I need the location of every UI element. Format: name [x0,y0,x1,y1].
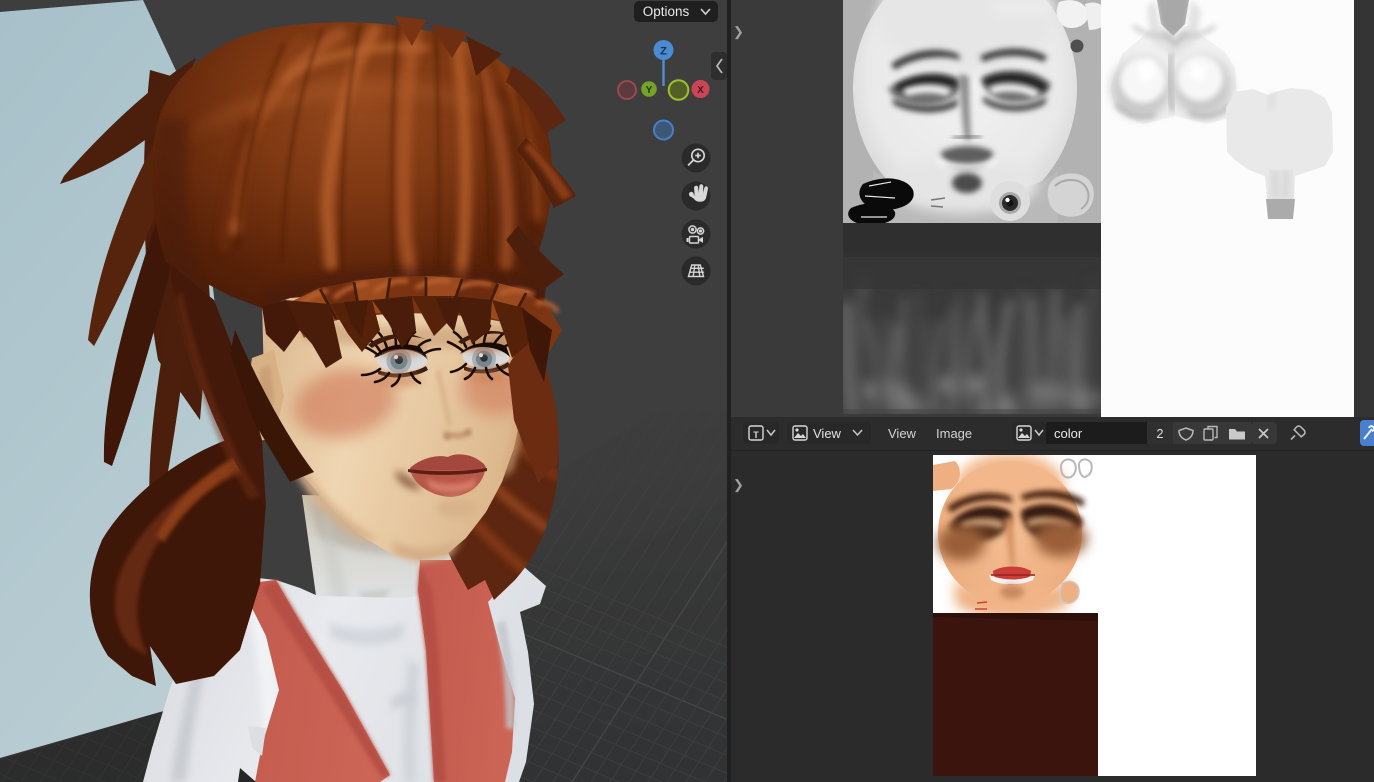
svg-text:T: T [753,430,759,440]
svg-text:2: 2 [1157,427,1164,441]
svg-text:X: X [697,85,704,96]
svg-text:View: View [888,426,917,441]
svg-text:Z: Z [660,46,667,58]
svg-text:Y: Y [646,85,653,96]
svg-text:Image: Image [936,426,972,441]
svg-text:View: View [813,426,842,441]
svg-text:Options: Options [643,4,690,19]
svg-text:color: color [1054,426,1083,441]
